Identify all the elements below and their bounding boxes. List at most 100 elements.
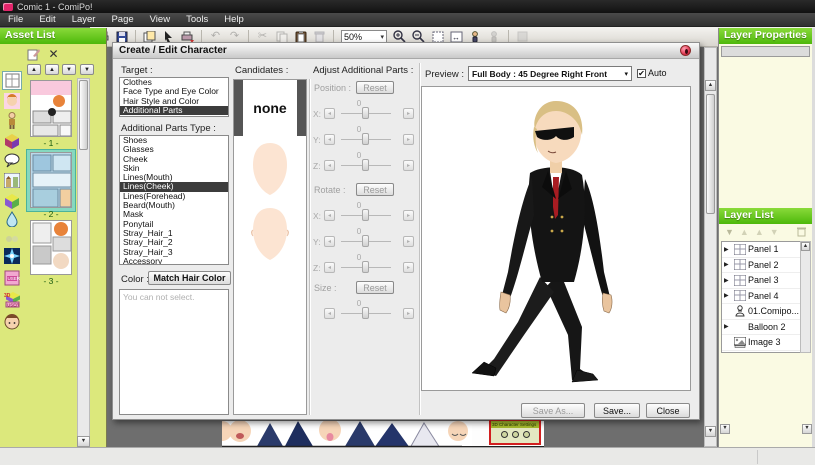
slider-handle[interactable] <box>362 235 369 247</box>
layer-row-balloon[interactable]: ▶ Balloon 2 <box>722 320 810 336</box>
layer-move-down-icon[interactable]: ▼ <box>725 227 734 237</box>
expander-icon[interactable]: ▶ <box>724 277 731 284</box>
asset-tab-item-icon[interactable] <box>2 131 22 150</box>
decrement-button[interactable]: ◂ <box>324 236 335 247</box>
layer-row-character[interactable]: 01.Comipo... <box>722 304 810 320</box>
page-thumbnail-1[interactable] <box>30 80 72 137</box>
move-page-up-button[interactable]: ▲ <box>45 64 59 75</box>
character-settings-popup[interactable]: 3D Character Settings <box>489 419 541 445</box>
layer-row-panel-2[interactable]: ▶ Panel 2 <box>722 258 810 274</box>
delete-page-button[interactable]: ✕ <box>46 47 61 61</box>
expander-icon[interactable]: ▶ <box>724 246 731 253</box>
expander-icon[interactable]: ▶ <box>724 292 731 299</box>
dock-scroll-down-right[interactable]: ▼ <box>802 424 812 434</box>
menu-tools[interactable]: Tools <box>178 14 216 25</box>
asset-tab-user-2d-icon[interactable]: USER <box>2 268 22 287</box>
increment-button[interactable]: ▸ <box>403 210 414 221</box>
move-page-bottom-button[interactable]: ▼ <box>80 64 94 75</box>
layer-move-up-icon[interactable]: ▲ <box>740 227 749 237</box>
decrement-button[interactable]: ◂ <box>324 108 335 119</box>
match-hair-color-button[interactable]: Match Hair Color <box>148 271 231 285</box>
candidate-none-selected[interactable]: none <box>234 80 306 136</box>
move-page-down-button[interactable]: ▼ <box>62 64 76 75</box>
menu-edit[interactable]: Edit <box>31 14 63 25</box>
decrement-button[interactable]: ◂ <box>324 308 335 319</box>
layer-scroll-up-button[interactable]: ▲ <box>801 242 810 251</box>
rotate-reset-button[interactable]: Reset <box>356 183 394 196</box>
asset-tab-effect-flash-icon[interactable] <box>2 246 22 265</box>
decrement-button[interactable]: ◂ <box>324 160 335 171</box>
auto-checkbox-group[interactable]: ✔ Auto <box>637 68 667 78</box>
face-mini-icon[interactable] <box>512 431 519 438</box>
dialog-close-button[interactable] <box>680 45 691 56</box>
expander-icon[interactable]: ▶ <box>724 261 731 268</box>
chevron-down-icon: ▾ <box>380 33 384 41</box>
dialog-title-bar[interactable]: Create / Edit Character <box>113 43 699 59</box>
layer-label: Panel 4 <box>748 291 779 301</box>
increment-button[interactable]: ▸ <box>403 308 414 319</box>
slider-handle[interactable] <box>362 133 369 145</box>
layer-move-top-icon[interactable]: ▲ <box>755 227 764 237</box>
target-item-selected[interactable]: Additional Parts <box>120 106 228 115</box>
increment-button[interactable]: ▸ <box>403 160 414 171</box>
candidate-face-1[interactable] <box>234 136 306 201</box>
auto-checkbox[interactable]: ✔ <box>637 69 646 78</box>
canvas-vertical-scrollbar[interactable]: ▲ ▼ <box>704 47 717 447</box>
asset-tab-background-icon[interactable] <box>2 171 22 190</box>
menu-layer[interactable]: Layer <box>64 14 104 25</box>
slider-handle[interactable] <box>362 159 369 171</box>
asset-list-scrollbar[interactable] <box>77 78 90 448</box>
asset-tab-user-3d-icon[interactable]: USER3D <box>2 290 22 309</box>
slider-handle[interactable] <box>362 209 369 221</box>
canvas-scroll-down-button[interactable]: ▼ <box>705 426 716 437</box>
asset-tab-effect-drop-icon[interactable] <box>2 209 22 228</box>
menu-help[interactable]: Help <box>216 14 252 25</box>
increment-button[interactable]: ▸ <box>403 108 414 119</box>
slider-handle[interactable] <box>362 107 369 119</box>
candidate-face-2[interactable] <box>234 201 306 266</box>
layer-row-image[interactable]: Image 3 <box>722 335 810 351</box>
layer-list-scrollbar[interactable]: ▲ <box>800 241 811 353</box>
layer-trash-icon[interactable] <box>797 226 806 239</box>
layer-row-panel-4[interactable]: ▶ Panel 4 <box>722 289 810 305</box>
parts-item[interactable]: Accessory <box>120 257 228 265</box>
asset-tab-character-face-icon[interactable] <box>2 91 22 110</box>
menu-page[interactable]: Page <box>103 14 141 25</box>
increment-button[interactable]: ▸ <box>403 236 414 247</box>
expander-icon[interactable]: ▶ <box>724 323 731 330</box>
asset-tab-user-character-icon[interactable] <box>2 312 22 331</box>
menu-view[interactable]: View <box>142 14 178 25</box>
move-page-top-button[interactable]: ▲ <box>27 64 41 75</box>
decrement-button[interactable]: ◂ <box>324 262 335 273</box>
page-thumbnail-2[interactable] <box>30 152 72 208</box>
menu-file[interactable]: File <box>0 14 31 25</box>
pose-mini-icon[interactable] <box>501 431 508 438</box>
layer-properties-field[interactable] <box>721 46 810 57</box>
asset-tab-character-body-icon[interactable] <box>2 111 22 130</box>
slider-handle[interactable] <box>362 307 369 319</box>
dock-scroll-down-left[interactable]: ▼ <box>720 424 730 434</box>
size-reset-button[interactable]: Reset <box>356 281 394 294</box>
save-as-button[interactable]: Save As... <box>521 403 585 418</box>
close-button[interactable]: Close <box>646 403 690 418</box>
decrement-button[interactable]: ◂ <box>324 134 335 145</box>
asset-tab-balloon-icon[interactable] <box>2 151 22 170</box>
edit-page-button[interactable] <box>26 47 41 61</box>
save-button[interactable]: Save... <box>594 403 640 418</box>
slider-handle[interactable] <box>362 261 369 273</box>
layer-merge-icon[interactable]: ▼ <box>770 227 779 237</box>
asset-tab-3d-item-icon[interactable] <box>2 191 22 210</box>
increment-button[interactable]: ▸ <box>403 134 414 145</box>
asset-tab-page-icon[interactable] <box>2 71 22 90</box>
position-reset-button[interactable]: Reset <box>356 81 394 94</box>
page-thumbnail-3[interactable] <box>30 220 72 275</box>
layer-row-panel-1[interactable]: ▶ Panel 1 <box>722 242 810 258</box>
layer-row-panel-3[interactable]: ▶ Panel 3 <box>722 273 810 289</box>
preview-view-select[interactable]: Full Body : 45 Degree Right Front ▾ <box>468 66 632 81</box>
position-y-slider: Y: ◂ ▸ <box>311 133 419 146</box>
increment-button[interactable]: ▸ <box>403 262 414 273</box>
direction-mini-icon[interactable] <box>523 431 530 438</box>
decrement-button[interactable]: ◂ <box>324 210 335 221</box>
asset-scroll-down-button[interactable]: ▼ <box>77 436 90 447</box>
canvas-scroll-up-button[interactable]: ▲ <box>705 80 716 91</box>
